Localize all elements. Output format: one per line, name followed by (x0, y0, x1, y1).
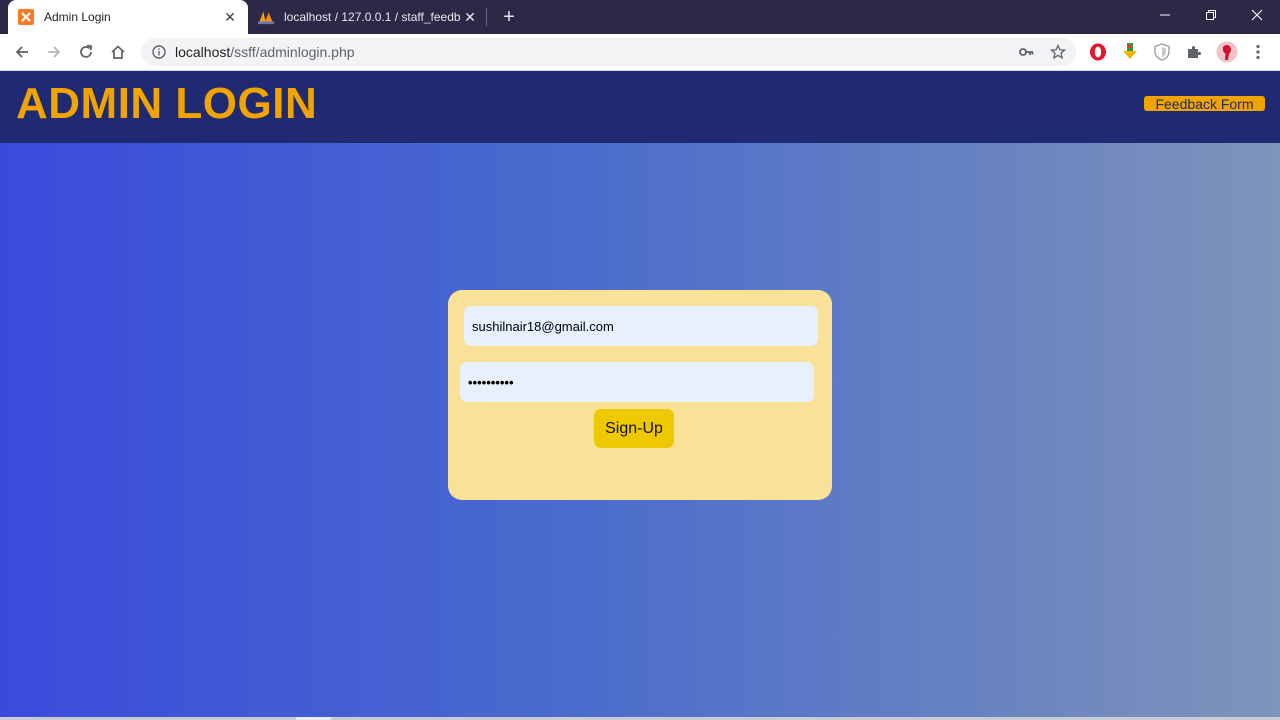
browser-toolbar: localhost/ssff/adminlogin.php (0, 34, 1280, 71)
feedback-form-button[interactable]: Feedback Form (1144, 96, 1265, 112)
url-text: localhost/ssff/adminlogin.php (175, 44, 355, 60)
reload-icon[interactable] (72, 38, 100, 66)
restore-icon[interactable] (1188, 0, 1234, 30)
page-body: ADMIN LOGIN Feedback Form sushilnair18@g… (0, 71, 1280, 720)
forward-icon[interactable] (40, 38, 68, 66)
shield-icon[interactable] (1152, 42, 1172, 62)
key-icon[interactable] (1018, 44, 1034, 60)
opera-icon[interactable] (1088, 42, 1108, 62)
home-icon[interactable] (104, 38, 132, 66)
xampp-icon (18, 9, 34, 25)
sign-up-button[interactable]: Sign-Up (594, 409, 674, 448)
tab-title: Admin Login (44, 10, 111, 24)
back-icon[interactable] (8, 38, 36, 66)
menu-icon[interactable] (1248, 42, 1268, 62)
tab-separator (486, 8, 487, 26)
close-icon[interactable] (1234, 0, 1280, 30)
page-title: ADMIN LOGIN (16, 79, 318, 128)
profile-avatar-icon[interactable] (1216, 41, 1238, 63)
password-field[interactable]: •••••••••• (460, 362, 814, 402)
download-extension-icon[interactable] (1120, 42, 1140, 62)
close-tab-icon[interactable]: ✕ (462, 9, 478, 25)
login-card: sushilnair18@gmail.com •••••••••• Sign-U… (448, 290, 832, 500)
phpmyadmin-icon (258, 9, 274, 25)
puzzle-icon[interactable] (1184, 42, 1204, 62)
star-icon[interactable] (1050, 44, 1066, 60)
browser-tab-strip: Admin Login ✕ localhost / 127.0.0.1 / st… (0, 0, 1280, 34)
tab-admin-login[interactable]: Admin Login ✕ (8, 0, 248, 34)
address-bar[interactable]: localhost/ssff/adminlogin.php (141, 38, 1076, 66)
site-header: ADMIN LOGIN Feedback Form (0, 71, 1280, 143)
minimize-icon[interactable] (1142, 0, 1188, 30)
info-icon[interactable] (151, 44, 167, 60)
new-tab-button[interactable]: + (499, 7, 519, 27)
url-path: /ssff/adminlogin.php (230, 44, 355, 60)
tab-title: localhost / 127.0.0.1 / staff_feedb (284, 10, 461, 24)
url-host: localhost (175, 44, 231, 60)
tab-phpmyadmin[interactable]: localhost / 127.0.0.1 / staff_feedb ✕ (250, 0, 486, 34)
email-field[interactable]: sushilnair18@gmail.com (464, 306, 818, 346)
close-tab-icon[interactable]: ✕ (222, 9, 238, 25)
